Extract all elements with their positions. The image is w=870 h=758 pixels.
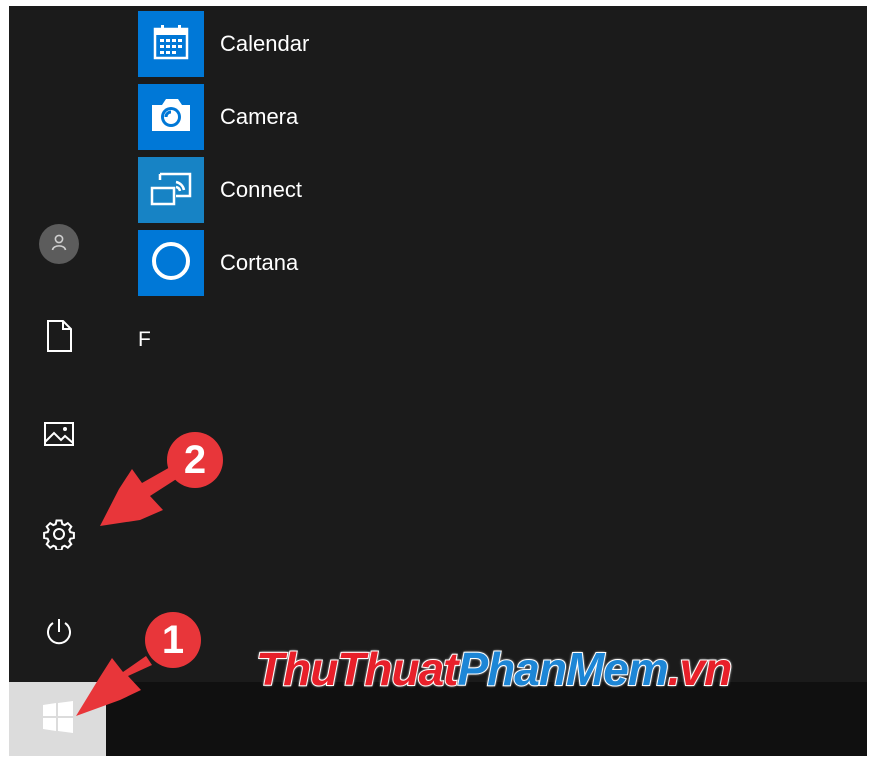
windows-logo-icon bbox=[41, 700, 75, 739]
gear-icon bbox=[43, 518, 75, 555]
app-item-cortana[interactable]: Cortana bbox=[138, 230, 538, 296]
connect-tile bbox=[138, 157, 204, 223]
power-icon bbox=[44, 617, 74, 652]
document-icon bbox=[45, 319, 73, 358]
step-2-callout: 2 bbox=[167, 432, 223, 488]
step-1-callout: 1 bbox=[145, 612, 201, 668]
watermark-part-2: PhanMem bbox=[456, 642, 669, 696]
app-item-camera[interactable]: Camera bbox=[138, 84, 538, 150]
app-label: Connect bbox=[220, 177, 302, 202]
settings-button[interactable] bbox=[34, 511, 84, 561]
user-icon bbox=[50, 233, 68, 256]
app-label: Cortana bbox=[220, 250, 299, 275]
calendar-icon bbox=[151, 22, 191, 67]
picture-icon bbox=[43, 421, 75, 452]
app-label: Calendar bbox=[220, 31, 310, 56]
camera-icon bbox=[147, 95, 195, 140]
app-item-connect[interactable]: Connect bbox=[138, 157, 538, 223]
start-menu-rail bbox=[9, 6, 109, 756]
cortana-icon bbox=[149, 239, 193, 288]
camera-tile bbox=[138, 84, 204, 150]
user-account-button[interactable] bbox=[39, 224, 79, 264]
watermark-part-1: ThuThuat bbox=[255, 642, 459, 696]
documents-button[interactable] bbox=[34, 313, 84, 363]
connect-icon bbox=[146, 168, 196, 213]
calendar-tile bbox=[138, 11, 204, 77]
app-item-calendar[interactable]: Calendar bbox=[138, 11, 538, 77]
pictures-button[interactable] bbox=[34, 411, 84, 461]
watermark-logo: ThuThuatPhanMem.vn bbox=[255, 642, 733, 696]
watermark-part-3: .vn bbox=[667, 642, 733, 696]
power-button[interactable] bbox=[34, 609, 84, 659]
start-button[interactable] bbox=[9, 682, 106, 756]
app-label: Camera bbox=[220, 104, 299, 129]
cortana-tile bbox=[138, 230, 204, 296]
group-header-letter[interactable]: F bbox=[138, 328, 151, 352]
